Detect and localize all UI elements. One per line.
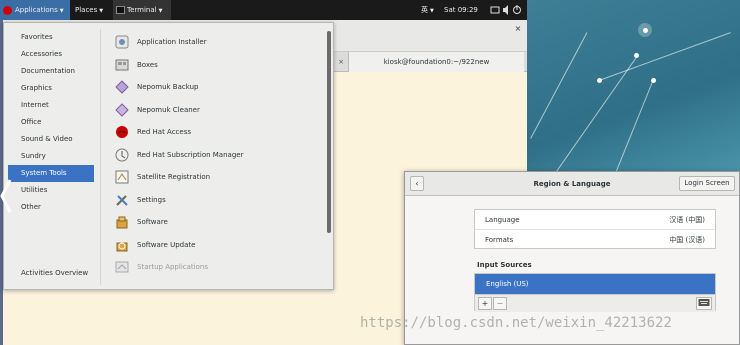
terminal-app-button[interactable]: Terminal ▼: [113, 0, 171, 20]
add-input-source-button[interactable]: +: [478, 297, 492, 310]
language-label: Language: [485, 216, 520, 224]
activities-overview-link[interactable]: Activities Overview: [21, 269, 88, 277]
category-system-tools[interactable]: System Tools: [8, 165, 94, 182]
keyboard-layout-button[interactable]: [696, 297, 712, 310]
formats-label: Formats: [485, 236, 514, 244]
tab-close-icon[interactable]: ×: [338, 52, 344, 72]
keyboard-icon: [698, 299, 710, 306]
language-value: 汉语 (中国): [669, 216, 705, 224]
category-office[interactable]: Office: [8, 114, 94, 131]
terminal-tab-2[interactable]: kiosk@foundation0:~/922new: [348, 52, 524, 72]
category-sundry[interactable]: Sundry: [8, 148, 94, 165]
category-other[interactable]: Other: [8, 199, 94, 216]
category-documentation[interactable]: Documentation: [8, 63, 94, 80]
app-application-installer[interactable]: Application Installer: [114, 31, 319, 54]
category-favorites[interactable]: Favorites: [8, 29, 94, 46]
redhat-logo-icon: [3, 5, 12, 15]
category-internet[interactable]: Internet: [8, 97, 94, 114]
app-nepomuk-backup[interactable]: Nepomuk Backup: [114, 76, 319, 99]
network-icon: [490, 6, 500, 14]
caret-down-icon: ▼: [99, 8, 104, 14]
applications-menu: Favorites Accessories Documentation Grap…: [3, 22, 334, 290]
app-software[interactable]: Software: [114, 211, 319, 234]
applications-menu-button[interactable]: Applications ▼: [0, 0, 70, 20]
category-sound-video[interactable]: Sound & Video: [8, 131, 94, 148]
category-utilities[interactable]: Utilities: [8, 182, 94, 199]
menu-scrollbar[interactable]: [327, 31, 331, 233]
settings-icon: [114, 192, 129, 207]
boxes-icon: [114, 57, 129, 72]
close-icon[interactable]: ×: [512, 23, 524, 35]
watermark-text: https://blog.csdn.net/weixin_42213622: [360, 315, 672, 331]
app-settings[interactable]: Settings: [114, 189, 319, 212]
app-software-update[interactable]: Software Update: [114, 234, 319, 257]
app-startup-applications[interactable]: Startup Applications: [114, 256, 319, 279]
input-sources-list: English (US) + −: [474, 273, 716, 312]
top-panel: Applications ▼ Places ▼ Terminal ▼ 英 ▼ Sat 0…: [0, 0, 527, 20]
input-sources-toolbar: + −: [475, 294, 715, 312]
app-list: Application Installer Boxes Nepomuk Back…: [114, 31, 319, 279]
formats-value: 中国 (汉语): [669, 236, 705, 244]
nepomuk-cleaner-icon: [114, 102, 129, 117]
app-boxes[interactable]: Boxes: [114, 54, 319, 77]
formats-row[interactable]: Formats 中国 (汉语): [475, 230, 715, 250]
input-sources-heading: Input Sources: [477, 261, 532, 269]
app-red-hat-access[interactable]: Red Hat Access: [114, 121, 319, 144]
nepomuk-backup-icon: [114, 80, 129, 95]
login-screen-button[interactable]: Login Screen: [679, 176, 735, 191]
left-edge-arrow-icon: [0, 179, 12, 213]
satellite-icon: [114, 170, 129, 185]
power-icon: [513, 5, 521, 14]
startup-icon: [114, 260, 129, 275]
input-source-english-us[interactable]: English (US): [475, 274, 715, 294]
software-icon: [114, 215, 129, 230]
caret-down-icon: ▼: [158, 8, 163, 14]
system-status-area[interactable]: [490, 0, 524, 20]
software-update-icon: [114, 237, 129, 252]
volume-icon: [503, 5, 508, 15]
terminal-icon: [116, 6, 125, 14]
language-formats-list: Language 汉语 (中国) Formats 中国 (汉语): [474, 209, 716, 249]
app-nepomuk-cleaner[interactable]: Nepomuk Cleaner: [114, 99, 319, 122]
input-method-indicator[interactable]: 英 ▼: [421, 0, 435, 20]
caret-down-icon: ▼: [59, 8, 64, 14]
places-menu-button[interactable]: Places ▼: [73, 0, 111, 20]
region-headerbar: ‹ Region & Language Login Screen: [405, 172, 739, 196]
app-red-hat-subscription-manager[interactable]: Red Hat Subscription Manager: [114, 144, 319, 167]
app-satellite-registration[interactable]: Satellite Registration: [114, 166, 319, 189]
category-accessories[interactable]: Accessories: [8, 46, 94, 63]
language-row[interactable]: Language 汉语 (中国): [475, 210, 715, 230]
clock[interactable]: Sat 09:29: [444, 0, 484, 20]
category-list: Favorites Accessories Documentation Grap…: [8, 29, 94, 216]
remove-input-source-button[interactable]: −: [493, 297, 507, 310]
redhat-icon: [114, 125, 129, 140]
category-graphics[interactable]: Graphics: [8, 80, 94, 97]
subscription-icon: [114, 147, 129, 162]
installer-icon: [114, 35, 129, 50]
menu-divider: [100, 29, 101, 285]
terminal-tab-title: kiosk@foundation0:~/922new: [383, 58, 490, 66]
